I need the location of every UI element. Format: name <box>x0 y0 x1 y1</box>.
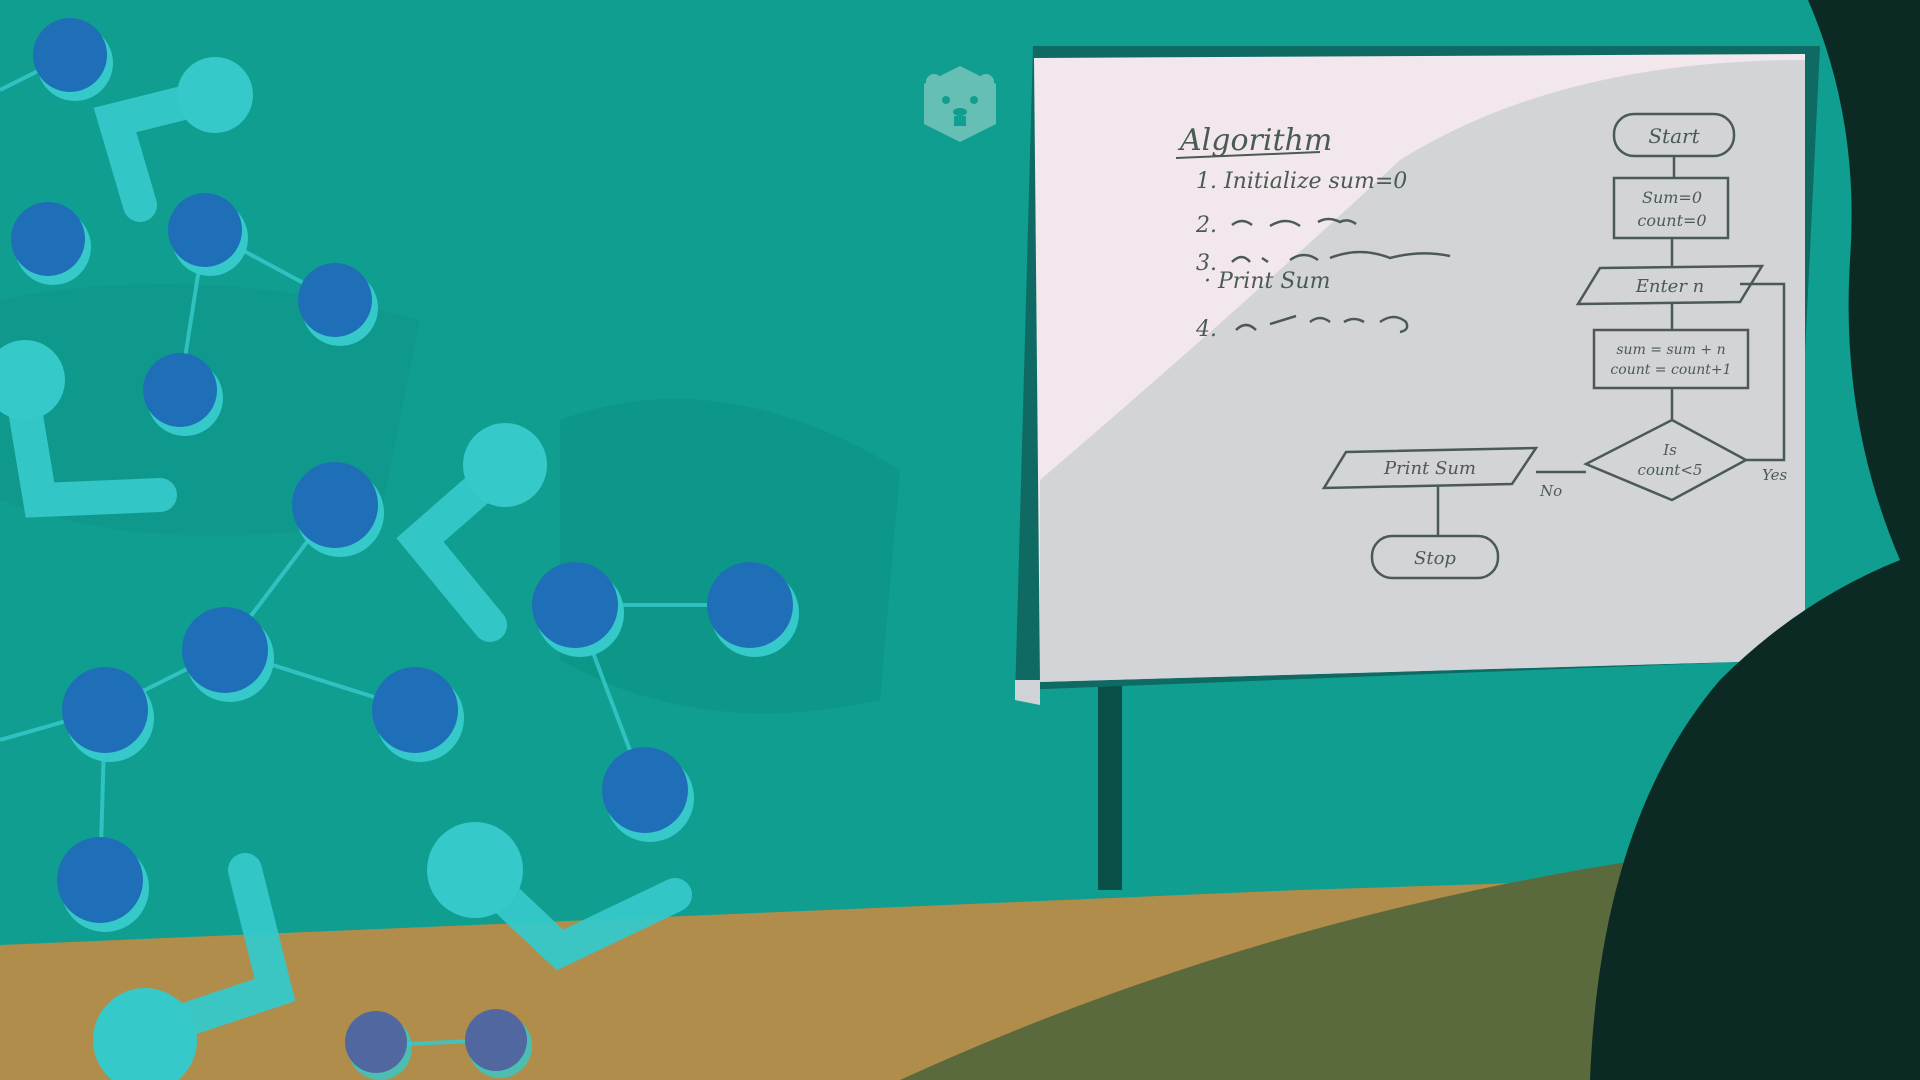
algorithm-step-1: 1. Initialize sum=0 <box>1196 169 1407 194</box>
flow-init-line1: Sum=0 <box>1642 188 1702 207</box>
whiteboard-leg <box>1098 680 1122 890</box>
flow-stop-label: Stop <box>1414 548 1456 569</box>
algorithm-step-2: 2. <box>1195 213 1217 238</box>
flow-decision-line2: count<5 <box>1638 461 1703 479</box>
flow-start-label: Start <box>1648 124 1700 148</box>
flow-output-label: Print Sum <box>1383 458 1476 479</box>
algorithm-step-print: · Print Sum <box>1204 269 1330 294</box>
scene-canvas: Algorithm 1. Initialize sum=0 2. 3. · Pr… <box>0 0 1920 1080</box>
whiteboard: Algorithm 1. Initialize sum=0 2. 3. · Pr… <box>1015 46 1820 705</box>
wall-texture <box>560 398 900 714</box>
flow-init-line2: count=0 <box>1637 211 1706 230</box>
flow-yes-label: Yes <box>1762 466 1787 484</box>
flow-process-line2: count = count+1 <box>1610 362 1731 378</box>
flow-decision-line1: Is <box>1662 441 1677 459</box>
flow-no-label: No <box>1539 482 1562 500</box>
flow-process-line1: sum = sum + n <box>1616 342 1725 358</box>
algorithm-step-4: 4. <box>1195 317 1217 342</box>
illustration-scene: Algorithm 1. Initialize sum=0 2. 3. · Pr… <box>0 0 1920 1080</box>
flow-input-label: Enter n <box>1635 276 1705 297</box>
